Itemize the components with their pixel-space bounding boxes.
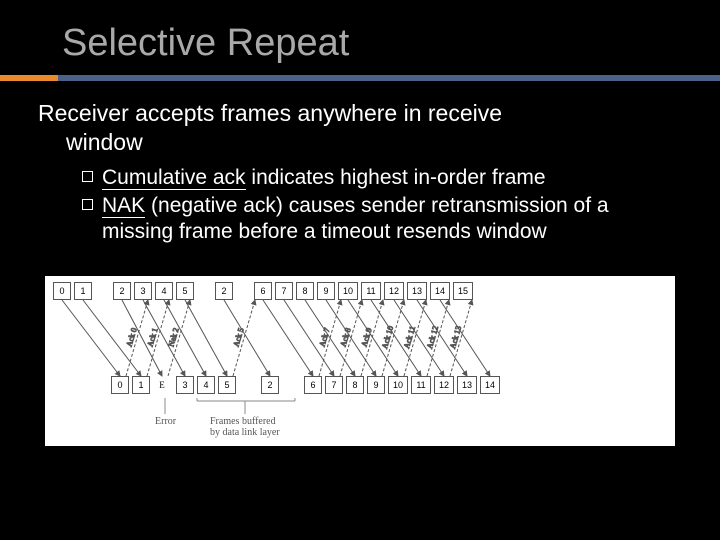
main-text: Receiver accepts frames anywhere in rece… [38, 99, 682, 157]
underline-accent [0, 75, 58, 81]
buffered-label-line1: Frames buffered [210, 416, 276, 427]
bullet-underlined: Cumulative ack [102, 166, 246, 190]
bullet-text: Cumulative ack indicates highest in-orde… [102, 165, 682, 191]
bullet-text: NAK (negative ack) causes sender retrans… [102, 193, 682, 246]
bullet-rest: (negative ack) causes sender retransmiss… [102, 194, 609, 243]
svg-text:Nak 2: Nak 2 [167, 327, 181, 348]
buffered-label-line2: by data link layer [210, 427, 280, 438]
main-text-line1: Receiver accepts frames anywhere in rece… [38, 100, 502, 126]
buffered-label: Frames buffered by data link layer [210, 416, 280, 438]
bullet-underlined: NAK [102, 194, 145, 218]
svg-text:Ack 0: Ack 0 [125, 327, 139, 348]
slide: Selective Repeat Receiver accepts frames… [0, 0, 720, 540]
arrows-svg: Ack 0Ack 1Nak 2Ack 5Ack 7Ack 8Ack 9Ack 1… [45, 276, 675, 446]
bullet-item: Cumulative ack indicates highest in-orde… [82, 165, 682, 191]
bullet-rest: indicates highest in-order frame [246, 166, 546, 189]
title-underline [0, 75, 720, 81]
svg-text:Ack 1: Ack 1 [146, 327, 160, 348]
square-bullet-icon [82, 171, 93, 182]
error-label: Error [155, 416, 176, 427]
underline-main [58, 75, 720, 81]
slide-title: Selective Repeat [0, 0, 720, 75]
bullet-item: NAK (negative ack) causes sender retrans… [82, 193, 682, 246]
content-area: Receiver accepts frames anywhere in rece… [0, 81, 720, 245]
svg-text:Ack 5: Ack 5 [232, 327, 246, 348]
main-text-line2: window [38, 128, 682, 157]
svg-text:Ack 9: Ack 9 [360, 327, 374, 348]
bullet-list: Cumulative ack indicates highest in-orde… [38, 165, 682, 246]
protocol-diagram: 01234526789101112131415 01E3452678910111… [45, 276, 675, 446]
square-bullet-icon [82, 199, 93, 210]
